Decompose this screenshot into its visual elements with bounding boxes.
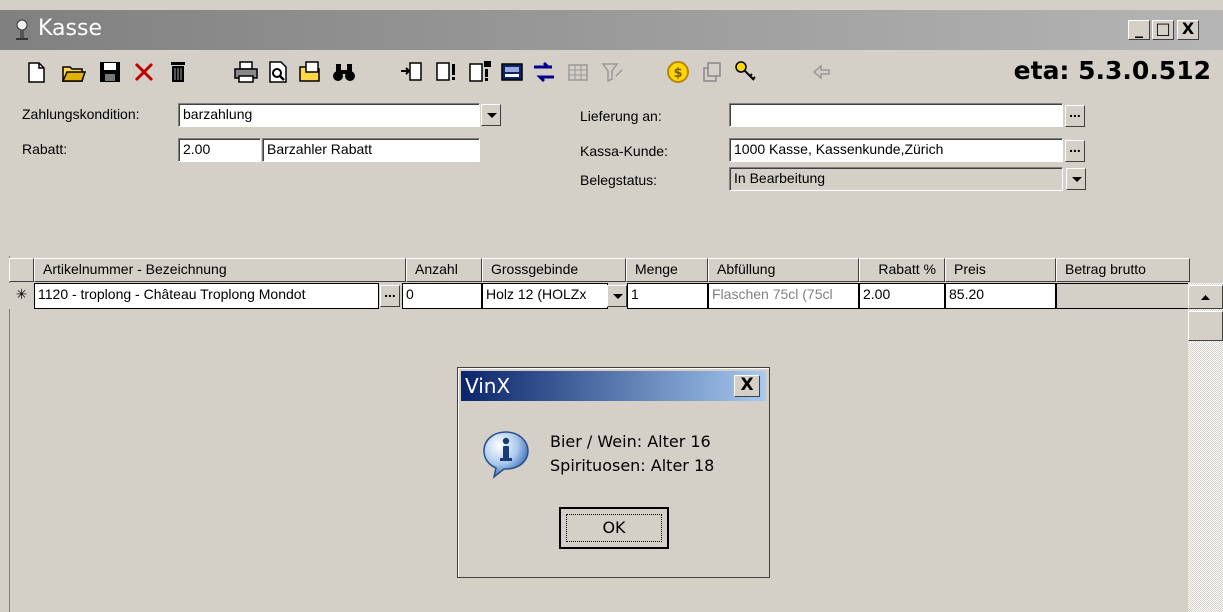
- kassa-kunde-field[interactable]: 1000 Kasse, Kassenkunde,Zürich: [729, 138, 1063, 162]
- vinx-dialog: VinX X Bier / Wein: Alter 16 Spirituosen…: [457, 367, 770, 578]
- copy-icon[interactable]: [297, 58, 325, 86]
- kassa-kunde-browse-button[interactable]: ...: [1065, 140, 1085, 162]
- kasse-window: Kasse _ □ X $ eta: 5.3.0.512 Zahlungskon…: [0, 0, 1223, 612]
- col-grossgebinde-header[interactable]: Grossgebinde: [482, 258, 626, 282]
- import-icon[interactable]: [398, 58, 426, 86]
- cell-rabatt[interactable]: 2.00: [859, 283, 945, 309]
- version-label: eta: 5.3.0.512: [1013, 56, 1211, 85]
- disabled-grid-icon: [564, 58, 592, 86]
- svg-text:$: $: [673, 66, 682, 81]
- ok-button-label: OK: [566, 514, 662, 542]
- arrow-up-icon: [1201, 295, 1210, 300]
- col-betrag-header[interactable]: Betrag brutto: [1056, 258, 1190, 282]
- cell-preis[interactable]: 85.20: [945, 283, 1056, 309]
- scroll-up-button[interactable]: [1188, 285, 1223, 309]
- print-icon[interactable]: [232, 58, 260, 86]
- col-artikel-header[interactable]: Artikelnummer - Bezeichnung: [34, 258, 406, 282]
- disabled-filter-icon: [598, 58, 626, 86]
- col-rabatt-header[interactable]: Rabatt %: [859, 258, 945, 282]
- transfer-arrows-icon[interactable]: [530, 58, 558, 86]
- delete-x-icon[interactable]: [130, 58, 158, 86]
- cell-grossgebinde[interactable]: Holz 12 (HOLZx: [482, 283, 608, 309]
- new-document-icon[interactable]: [22, 58, 50, 86]
- cell-artikel[interactable]: 1120 - troplong - Château Troplong Mondo…: [34, 283, 379, 309]
- dialog-title: VinX: [465, 374, 511, 398]
- dialog-message-line1: Bier / Wein: Alter 16: [550, 432, 711, 451]
- close-button[interactable]: X: [1177, 20, 1199, 40]
- disabled-stack-icon: [698, 58, 726, 86]
- col-preis-header[interactable]: Preis: [945, 258, 1056, 282]
- title-bar[interactable]: Kasse _ □ X: [0, 10, 1223, 50]
- maximize-button[interactable]: □: [1152, 20, 1174, 40]
- zahlungskondition-dropdown-button[interactable]: [481, 104, 501, 126]
- belegstatus-dropdown-button[interactable]: [1066, 168, 1086, 190]
- save-disk-icon[interactable]: [96, 58, 124, 86]
- dialog-close-button[interactable]: X: [734, 375, 760, 397]
- grossgebinde-dropdown-button[interactable]: [607, 285, 627, 307]
- artikel-browse-button[interactable]: ...: [380, 285, 400, 307]
- find-binoculars-icon[interactable]: [330, 58, 358, 86]
- app-icon: [16, 19, 28, 40]
- col-anzahl-header[interactable]: Anzahl: [406, 258, 482, 282]
- zahlungskondition-label: Zahlungskondition:: [22, 106, 140, 122]
- kassa-kunde-label: Kassa-Kunde:: [580, 143, 668, 159]
- col-menge-header[interactable]: Menge: [626, 258, 708, 282]
- minimize-button[interactable]: _: [1128, 20, 1150, 40]
- calculator-icon[interactable]: [498, 58, 526, 86]
- row-selector-header: [9, 258, 34, 282]
- ok-button[interactable]: OK: [559, 507, 669, 549]
- rabatt-description-field[interactable]: Barzahler Rabatt: [262, 138, 480, 162]
- open-folder-icon[interactable]: [60, 58, 88, 86]
- lieferung-label: Lieferung an:: [580, 108, 662, 124]
- new-row-marker: ✳: [9, 283, 34, 309]
- document-alert-icon[interactable]: [432, 58, 460, 86]
- document-ep-icon[interactable]: [465, 58, 493, 86]
- coin-icon[interactable]: $: [664, 58, 692, 86]
- cell-betrag: [1056, 283, 1190, 309]
- zahlungskondition-select[interactable]: barzahlung: [178, 103, 480, 127]
- rabatt-label: Rabatt:: [22, 141, 68, 157]
- lieferung-browse-button[interactable]: ...: [1065, 105, 1085, 127]
- cell-anzahl[interactable]: 0: [402, 283, 482, 309]
- cell-menge[interactable]: 1: [627, 283, 708, 309]
- cell-abfuellung[interactable]: Flaschen 75cl (75cl: [708, 283, 859, 309]
- trash-icon[interactable]: [164, 58, 192, 86]
- belegstatus-label: Belegstatus:: [580, 172, 658, 188]
- rabatt-field[interactable]: 2.00: [178, 138, 261, 162]
- lieferung-field[interactable]: [729, 103, 1063, 127]
- info-icon: [483, 431, 529, 479]
- window-title: Kasse: [38, 16, 102, 41]
- col-abfuellung-header[interactable]: Abfüllung: [708, 258, 859, 282]
- belegstatus-select[interactable]: In Bearbeitung: [729, 167, 1063, 191]
- dialog-title-bar[interactable]: VinX X: [461, 371, 766, 401]
- key-icon[interactable]: [732, 58, 760, 86]
- disabled-arrow-icon: [808, 58, 836, 86]
- print-preview-icon[interactable]: [264, 58, 292, 86]
- dialog-message-line2: Spirituosen: Alter 18: [550, 456, 715, 475]
- scroll-thumb[interactable]: [1188, 311, 1223, 341]
